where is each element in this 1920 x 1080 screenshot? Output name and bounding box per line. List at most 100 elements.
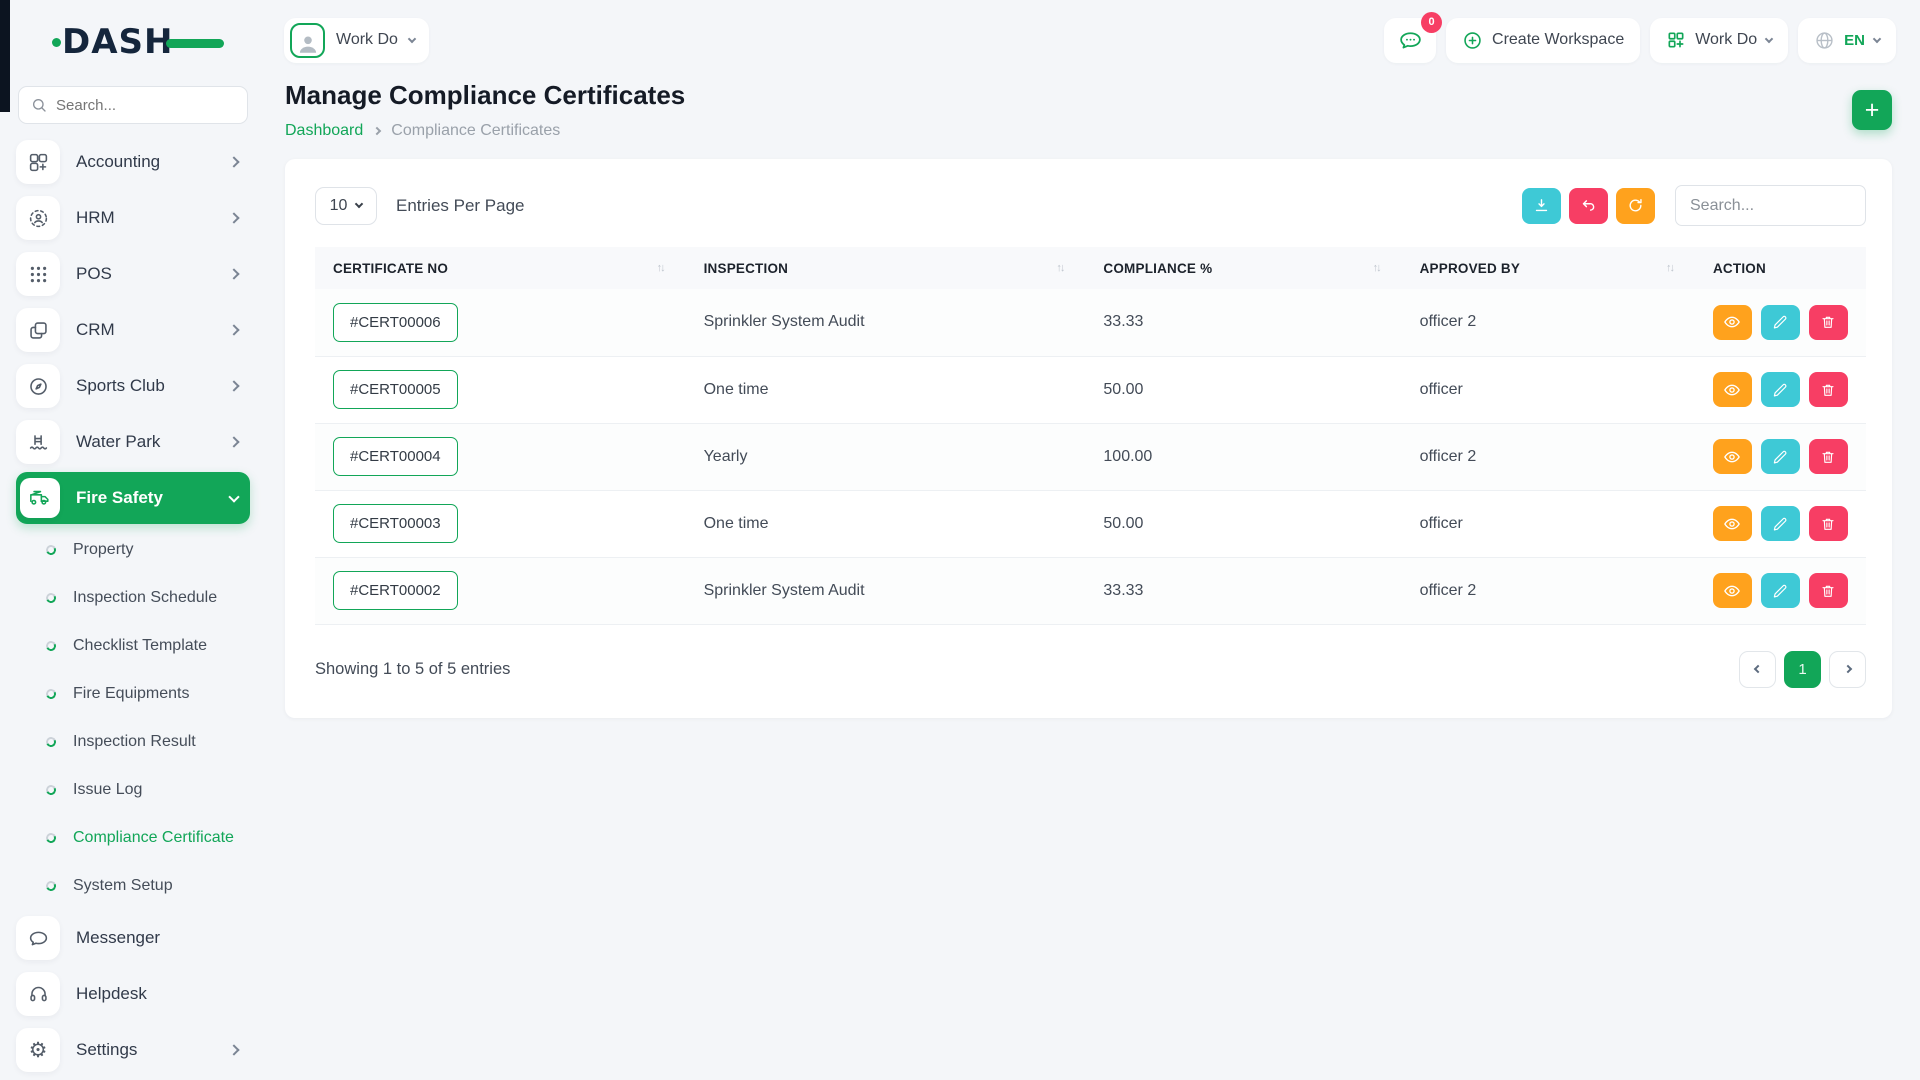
edit-button[interactable]	[1761, 372, 1800, 407]
language-label: EN	[1844, 32, 1865, 49]
sidebar-search[interactable]	[18, 86, 248, 124]
sidebar-item-crm[interactable]: CRM	[16, 302, 250, 358]
delete-button[interactable]	[1809, 305, 1848, 340]
workspace-dropdown[interactable]: Work Do	[1650, 18, 1788, 63]
breadcrumb-dashboard-link[interactable]: Dashboard	[285, 122, 363, 140]
sidebar-subitem-label: Compliance Certificate	[73, 829, 234, 847]
sidebar-item-label: Water Park	[76, 432, 214, 452]
sidebar-search-input[interactable]	[56, 97, 206, 114]
sidebar-item-sports-club[interactable]: Sports Club	[16, 358, 250, 414]
workspace-selector[interactable]: Work Do	[284, 18, 429, 63]
pagination-page-1[interactable]: 1	[1784, 651, 1821, 688]
view-button[interactable]	[1713, 573, 1752, 608]
table-search-input[interactable]	[1675, 185, 1866, 226]
delete-button[interactable]	[1809, 573, 1848, 608]
sidebar-subitem-label: Fire Equipments	[73, 685, 190, 703]
delete-button[interactable]	[1809, 439, 1848, 474]
chevron-right-icon	[228, 380, 239, 391]
search-icon	[31, 97, 47, 113]
sidebar-item-messenger[interactable]: Messenger	[16, 910, 250, 966]
certificate-no-pill[interactable]: #CERT00004	[333, 437, 458, 476]
certificates-table: CERTIFICATE NO↑↓ INSPECTION↑↓ COMPLIANCE…	[315, 247, 1866, 625]
workspace-dropdown-label: Work Do	[1695, 31, 1757, 49]
sidebar-subitem[interactable]: System Setup	[16, 862, 250, 910]
refresh-button[interactable]	[1616, 188, 1655, 224]
entries-per-page-label: Entries Per Page	[396, 196, 525, 216]
approved-by-cell: officer 2	[1402, 423, 1695, 490]
export-download-button[interactable]	[1522, 188, 1561, 224]
table-row: #CERT00004 Yearly 100.00 officer 2	[315, 423, 1866, 490]
entries-per-page-select[interactable]: 10	[315, 187, 377, 225]
sidebar-subitem[interactable]: Inspection Schedule	[16, 574, 250, 622]
compliance-cell: 33.33	[1085, 557, 1401, 624]
inspection-cell: One time	[686, 356, 1086, 423]
sidebar-item-helpdesk[interactable]: Helpdesk	[16, 966, 250, 1022]
chevron-down-icon	[355, 200, 363, 208]
view-button[interactable]	[1713, 372, 1752, 407]
sidebar-subitem[interactable]: Issue Log	[16, 766, 250, 814]
edit-button[interactable]	[1761, 439, 1800, 474]
sidebar-subitem-label: Checklist Template	[73, 637, 207, 655]
sidebar-subitem[interactable]: Checklist Template	[16, 622, 250, 670]
col-inspection[interactable]: INSPECTION↑↓	[686, 247, 1086, 289]
sidebar-item-label: Helpdesk	[76, 984, 238, 1004]
sidebar-subitem[interactable]: Compliance Certificate	[16, 814, 250, 862]
edit-button[interactable]	[1761, 573, 1800, 608]
compliance-cell: 50.00	[1085, 356, 1401, 423]
approved-by-cell: officer	[1402, 356, 1695, 423]
add-certificate-button[interactable]: +	[1852, 90, 1892, 130]
sidebar-subitem[interactable]: Property	[16, 526, 250, 574]
chevron-right-icon	[228, 1044, 239, 1055]
language-selector[interactable]: EN	[1798, 18, 1896, 63]
col-approved-by[interactable]: APPROVED BY↑↓	[1402, 247, 1695, 289]
compliance-cell: 100.00	[1085, 423, 1401, 490]
bullet-ring-icon	[45, 640, 58, 653]
view-button[interactable]	[1713, 305, 1752, 340]
sidebar-item-water-park[interactable]: Water Park	[16, 414, 250, 470]
bullet-ring-icon	[45, 544, 58, 557]
sort-icon: ↑↓	[1373, 262, 1380, 274]
certificate-no-pill[interactable]: #CERT00006	[333, 303, 458, 342]
view-button[interactable]	[1713, 439, 1752, 474]
inspection-cell: One time	[686, 490, 1086, 557]
sidebar-item-label: HRM	[76, 208, 214, 228]
sidebar-subitem-label: Issue Log	[73, 781, 142, 799]
col-compliance[interactable]: COMPLIANCE %↑↓	[1085, 247, 1401, 289]
view-button[interactable]	[1713, 506, 1752, 541]
sidebar-item-settings[interactable]: ⚙ Settings	[16, 1022, 250, 1078]
plus-icon: +	[1865, 96, 1880, 125]
messages-button[interactable]: 0	[1384, 18, 1436, 63]
delete-button[interactable]	[1809, 372, 1848, 407]
create-workspace-button[interactable]: Create Workspace	[1446, 18, 1640, 63]
certificate-no-pill[interactable]: #CERT00005	[333, 370, 458, 409]
breadcrumb-current: Compliance Certificates	[391, 122, 560, 140]
table-row: #CERT00002 Sprinkler System Audit 33.33 …	[315, 557, 1866, 624]
table-row: #CERT00005 One time 50.00 officer	[315, 356, 1866, 423]
card-footer: Showing 1 to 5 of 5 entries 1	[315, 651, 1866, 688]
pagination-prev-button[interactable]	[1739, 651, 1776, 688]
bullet-ring-icon	[45, 880, 58, 893]
sidebar-item-hrm[interactable]: HRM	[16, 190, 250, 246]
chevron-right-icon	[228, 156, 239, 167]
certificate-no-pill[interactable]: #CERT00003	[333, 504, 458, 543]
hrm-person-icon	[16, 196, 60, 240]
sidebar-item-fire-safety[interactable]: Fire Safety	[16, 472, 250, 524]
undo-button[interactable]	[1569, 188, 1608, 224]
topbar-right: 0 Create Workspace Work Do EN	[1384, 18, 1896, 63]
sidebar-item-pos[interactable]: POS	[16, 246, 250, 302]
bullet-ring-icon	[45, 736, 58, 749]
edit-button[interactable]	[1761, 305, 1800, 340]
certificate-no-pill[interactable]: #CERT00002	[333, 571, 458, 610]
pagination-next-button[interactable]	[1829, 651, 1866, 688]
sidebar-subitem-label: Inspection Schedule	[73, 589, 217, 607]
col-certificate-no[interactable]: CERTIFICATE NO↑↓	[315, 247, 686, 289]
avatar	[290, 23, 325, 58]
table-row: #CERT00006 Sprinkler System Audit 33.33 …	[315, 289, 1866, 356]
sidebar-subitem[interactable]: Inspection Result	[16, 718, 250, 766]
sidebar-subitem[interactable]: Fire Equipments	[16, 670, 250, 718]
brand-logo[interactable]: DASH	[62, 24, 202, 60]
sidebar-item-accounting[interactable]: Accounting	[16, 134, 250, 190]
delete-button[interactable]	[1809, 506, 1848, 541]
edit-button[interactable]	[1761, 506, 1800, 541]
sort-icon: ↑↓	[1666, 262, 1673, 274]
